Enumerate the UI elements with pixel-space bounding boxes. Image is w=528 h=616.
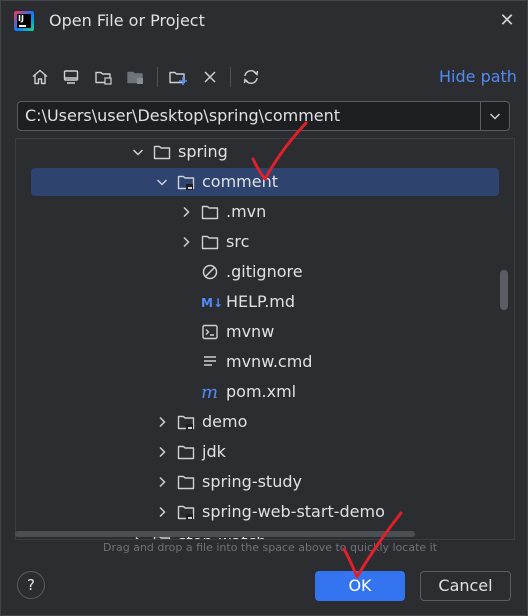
project-directory-icon[interactable] bbox=[91, 63, 117, 91]
home-icon[interactable] bbox=[27, 63, 53, 91]
svg-text:M↓: M↓ bbox=[201, 296, 223, 310]
chevron-right-icon[interactable] bbox=[179, 235, 193, 249]
tree-row-label: .mvn bbox=[226, 202, 267, 221]
title-bar: IJ Open File or Project ✕ bbox=[1, 1, 527, 41]
delete-icon[interactable] bbox=[197, 63, 223, 91]
project-folder-icon bbox=[177, 173, 195, 191]
folder-icon bbox=[201, 233, 219, 251]
tree-row-label: mvnw bbox=[226, 322, 275, 341]
tree-horizontal-scrollbar[interactable] bbox=[15, 531, 415, 537]
module-directory-icon[interactable] bbox=[123, 63, 149, 91]
tree-row[interactable]: spring-web-start-demo bbox=[16, 497, 514, 527]
project-folder-icon bbox=[177, 503, 195, 521]
maven-file-icon: m bbox=[201, 382, 219, 403]
chevron-right-icon[interactable] bbox=[155, 505, 169, 519]
chevron-right-icon[interactable] bbox=[155, 415, 169, 429]
folder-icon bbox=[201, 203, 219, 221]
tree-row[interactable]: M↓ HELP.md bbox=[16, 287, 514, 317]
tree-row[interactable]: demo bbox=[16, 407, 514, 437]
svg-text:m: m bbox=[201, 383, 218, 401]
drag-drop-hint: Drag and drop a file into the space abov… bbox=[103, 541, 438, 554]
cancel-button[interactable]: Cancel bbox=[420, 571, 511, 601]
chevron-right-icon[interactable] bbox=[155, 445, 169, 459]
tree-row[interactable]: mvnw.cmd bbox=[16, 347, 514, 377]
intellij-logo-icon: IJ bbox=[14, 11, 34, 31]
tree-row-label: src bbox=[226, 232, 250, 251]
tree-row-label: spring-study bbox=[202, 472, 302, 491]
toolbar bbox=[25, 63, 505, 91]
path-history-dropdown[interactable] bbox=[480, 101, 510, 131]
tree-row[interactable]: .mvn bbox=[16, 197, 514, 227]
tree-row[interactable]: .gitignore bbox=[16, 257, 514, 287]
tree-row[interactable]: m pom.xml bbox=[16, 377, 514, 407]
new-folder-icon[interactable] bbox=[165, 63, 191, 91]
tree-row[interactable]: mvnw bbox=[16, 317, 514, 347]
tree-row[interactable]: spring-study bbox=[16, 467, 514, 497]
tree-vertical-scrollbar[interactable] bbox=[500, 270, 508, 310]
help-button[interactable]: ? bbox=[17, 571, 45, 599]
dialog-title: Open File or Project bbox=[49, 11, 205, 30]
project-folder-icon bbox=[177, 413, 195, 431]
open-file-dialog: IJ Open File or Project ✕ Hide path C:\U… bbox=[0, 0, 528, 616]
tree-row[interactable]: spring bbox=[16, 139, 514, 167]
file-tree[interactable]: spring comment .mvn src .gitignore M↓ HELP.md m… bbox=[15, 138, 515, 540]
chevron-down-icon bbox=[489, 113, 501, 120]
tree-row-label: comment bbox=[202, 172, 279, 191]
path-input[interactable]: C:\Users\user\Desktop\spring\comment bbox=[17, 101, 481, 131]
tree-row-label: pom.xml bbox=[226, 382, 297, 401]
close-button[interactable]: ✕ bbox=[496, 10, 518, 32]
chevron-down-icon[interactable] bbox=[155, 175, 169, 189]
tree-row-label: spring bbox=[178, 142, 228, 161]
toolbar-separator bbox=[230, 67, 231, 87]
ok-button[interactable]: OK bbox=[315, 571, 405, 601]
tree-row-label: HELP.md bbox=[226, 292, 296, 311]
tree-row-label: spring-web-start-demo bbox=[202, 502, 385, 521]
folder-icon bbox=[177, 443, 195, 461]
tree-row-label: demo bbox=[202, 412, 248, 431]
chevron-right-icon[interactable] bbox=[155, 475, 169, 489]
toolbar-separator bbox=[157, 67, 158, 87]
ignore-file-icon bbox=[201, 263, 219, 281]
desktop-icon[interactable] bbox=[58, 63, 84, 91]
tree-row[interactable]: jdk bbox=[16, 437, 514, 467]
hide-path-link[interactable]: Hide path bbox=[439, 67, 517, 86]
terminal-file-icon bbox=[201, 323, 219, 341]
tree-row-label: .gitignore bbox=[226, 262, 303, 281]
markdown-file-icon: M↓ bbox=[201, 293, 223, 311]
chevron-down-icon[interactable] bbox=[131, 145, 145, 159]
tree-row[interactable]: comment bbox=[16, 167, 514, 197]
text-file-icon bbox=[201, 353, 219, 371]
folder-icon bbox=[153, 143, 171, 161]
refresh-icon[interactable] bbox=[238, 63, 264, 91]
tree-row-label: mvnw.cmd bbox=[226, 352, 313, 371]
chevron-right-icon[interactable] bbox=[179, 205, 193, 219]
folder-icon bbox=[177, 473, 195, 491]
tree-row-label: jdk bbox=[202, 442, 226, 461]
tree-row[interactable]: src bbox=[16, 227, 514, 257]
